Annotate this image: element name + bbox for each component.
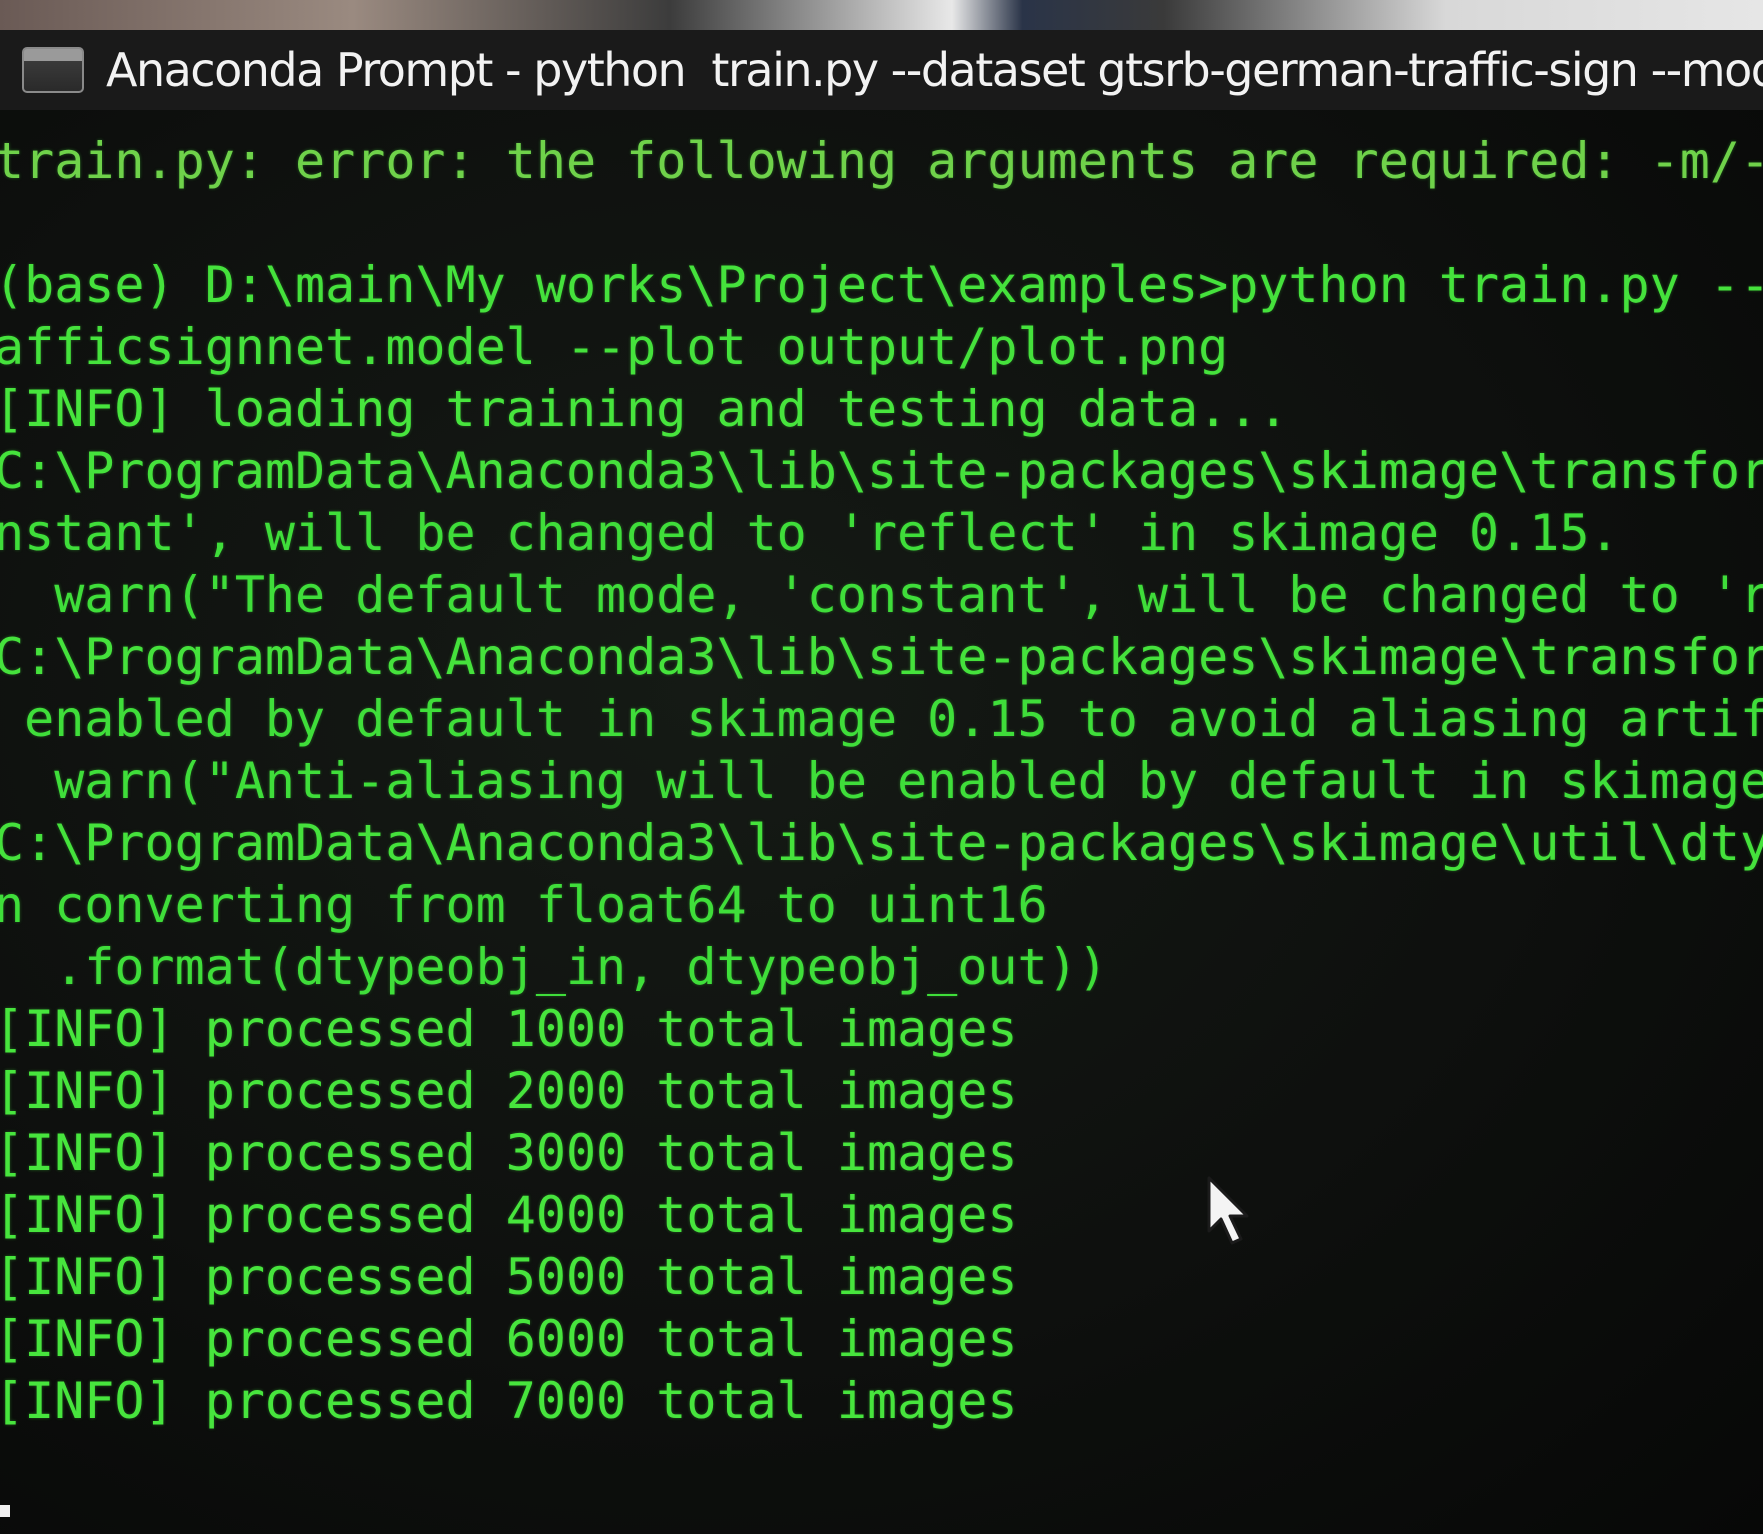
console-output[interactable]: train.py: error: the following arguments… (0, 130, 1763, 1530)
console-line-warning-path: C:\ProgramData\Anaconda3\lib\site-packag… (0, 442, 1763, 500)
screen: Anaconda Prompt - python train.py --data… (0, 0, 1763, 1534)
console-line-info-processed: [INFO] processed 3000 total images (0, 1124, 1018, 1182)
console-line-warning-path: C:\ProgramData\Anaconda3\lib\site-packag… (0, 628, 1763, 686)
console-line-info-loading: [INFO] loading training and testing data… (0, 380, 1289, 438)
console-line-warning-path: C:\ProgramData\Anaconda3\lib\site-packag… (0, 814, 1763, 872)
console-line-format-call: .format(dtypeobj_in, dtypeobj_out)) (0, 938, 1108, 996)
console-line-info-processed: [INFO] processed 2000 total images (0, 1062, 1018, 1120)
console-line-warning-text: nstant', will be changed to 'reflect' in… (0, 504, 1620, 562)
console-line-info-processed: [INFO] processed 5000 total images (0, 1248, 1018, 1306)
console-line-command: (base) D:\main\My works\Project\examples… (0, 256, 1763, 314)
console-line-error: train.py: error: the following arguments… (0, 132, 1763, 190)
console-line-warn-call: warn("Anti-aliasing will be enabled by d… (0, 752, 1763, 810)
console-line-info-processed: [INFO] processed 4000 total images (0, 1186, 1018, 1244)
window-title-bar[interactable]: Anaconda Prompt - python train.py --data… (0, 30, 1763, 110)
console-line-warning-text: enabled by default in skimage 0.15 to av… (0, 690, 1763, 748)
console-line-command-continued: afficsignnet.model --plot output/plot.pn… (0, 318, 1229, 376)
console-line-warning-text: n converting from float64 to uint16 (0, 876, 1048, 934)
text-cursor-icon (0, 1505, 10, 1517)
console-line-info-processed: [INFO] processed 6000 total images (0, 1310, 1018, 1368)
console-line-warn-call: warn("The default mode, 'constant', will… (0, 566, 1763, 624)
console-window-icon[interactable] (22, 47, 84, 93)
desktop-background-strip (0, 0, 1763, 30)
window-title: Anaconda Prompt - python train.py --data… (106, 43, 1763, 97)
console-line-info-processed: [INFO] processed 1000 total images (0, 1000, 1018, 1058)
mouse-pointer-arrow-icon (1207, 1176, 1249, 1245)
console-line-info-processed: [INFO] processed 7000 total images (0, 1372, 1018, 1430)
